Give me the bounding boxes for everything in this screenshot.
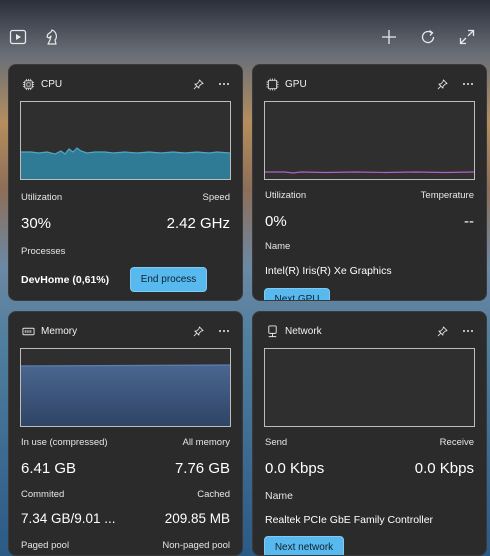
pin-icon[interactable]	[434, 76, 450, 92]
processes-label: Processes	[21, 246, 66, 257]
more-options-icon[interactable]	[460, 76, 476, 92]
pin-icon[interactable]	[190, 76, 206, 92]
more-options-icon[interactable]	[460, 323, 476, 339]
send-value: 0.0 Kbps	[265, 460, 325, 477]
committed-value: 7.34 GB/9.01 ...	[21, 511, 116, 526]
utilization-value: 30%	[21, 215, 52, 232]
add-icon[interactable]	[379, 27, 399, 47]
memory-widget: Memory In use (compressed) All memory 6.…	[8, 311, 243, 556]
refresh-icon[interactable]	[418, 27, 438, 47]
more-options-icon[interactable]	[216, 76, 232, 92]
cached-label: Cached	[197, 489, 230, 500]
all-memory-label: All memory	[182, 437, 230, 448]
expand-icon[interactable]	[457, 27, 477, 47]
temperature-value: --	[464, 213, 474, 230]
gpu-usage-graph	[264, 101, 475, 180]
play-icon[interactable]	[8, 27, 28, 47]
in-use-value: 6.41 GB	[21, 460, 77, 477]
widget-title: CPU	[41, 78, 63, 90]
cpu-widget-header: CPU	[21, 75, 232, 93]
widget-title: GPU	[285, 78, 307, 90]
gpu-widget: GPU Utilization Temperature 0% -- Name I…	[252, 64, 487, 301]
temperature-label: Temperature	[420, 190, 474, 201]
cpu-icon	[21, 77, 35, 91]
widget-title: Network	[285, 325, 322, 337]
gpu-name-value: Intel(R) Iris(R) Xe Graphics	[265, 265, 392, 277]
utilization-label: Utilization	[21, 192, 63, 203]
pin-icon[interactable]	[190, 323, 206, 339]
widget-title: Memory	[41, 325, 78, 337]
paged-pool-label: Paged pool	[21, 540, 70, 551]
chess-knight-icon[interactable]	[42, 27, 62, 47]
utilization-value: 0%	[265, 213, 287, 230]
gpu-widget-header: GPU	[265, 75, 476, 93]
next-gpu-button[interactable]: Next GPU	[264, 288, 330, 300]
network-widget-header: Network	[265, 322, 476, 340]
all-memory-value: 7.76 GB	[174, 460, 230, 477]
memory-usage-graph	[20, 348, 231, 427]
utilization-label: Utilization	[265, 190, 307, 201]
non-paged-pool-label: Non-paged pool	[162, 540, 230, 551]
memory-widget-header: Memory	[21, 322, 232, 340]
network-icon	[265, 324, 279, 338]
more-options-icon[interactable]	[216, 323, 232, 339]
network-widget: Network Send Receive 0.0 Kbps 0.0 Kbps N…	[252, 311, 487, 556]
adapter-name-label: Name	[265, 490, 294, 502]
in-use-label: In use (compressed)	[21, 437, 108, 448]
receive-value: 0.0 Kbps	[414, 460, 474, 477]
cpu-widget: CPU Utilization Speed 30% 2.42 GHz Proce…	[8, 64, 243, 301]
receive-label: Receive	[439, 437, 474, 448]
next-network-button[interactable]: Next network	[264, 536, 344, 555]
gpu-name-label: Name	[265, 241, 291, 252]
memory-icon	[21, 324, 35, 338]
network-usage-graph	[264, 348, 475, 427]
cpu-usage-graph	[20, 101, 231, 180]
widget-board-toolbar	[0, 0, 490, 64]
top-process-name: DevHome (0,61%)	[21, 274, 110, 286]
speed-label: Speed	[202, 192, 230, 203]
adapter-name-value: Realtek PCIe GbE Family Controller	[265, 514, 434, 526]
committed-label: Commited	[21, 489, 65, 500]
speed-value: 2.42 GHz	[166, 215, 230, 232]
gpu-icon	[265, 77, 279, 91]
pin-icon[interactable]	[434, 323, 450, 339]
send-label: Send	[265, 437, 288, 448]
end-process-button[interactable]: End process	[130, 267, 207, 292]
cached-value: 209.85 MB	[164, 511, 230, 526]
